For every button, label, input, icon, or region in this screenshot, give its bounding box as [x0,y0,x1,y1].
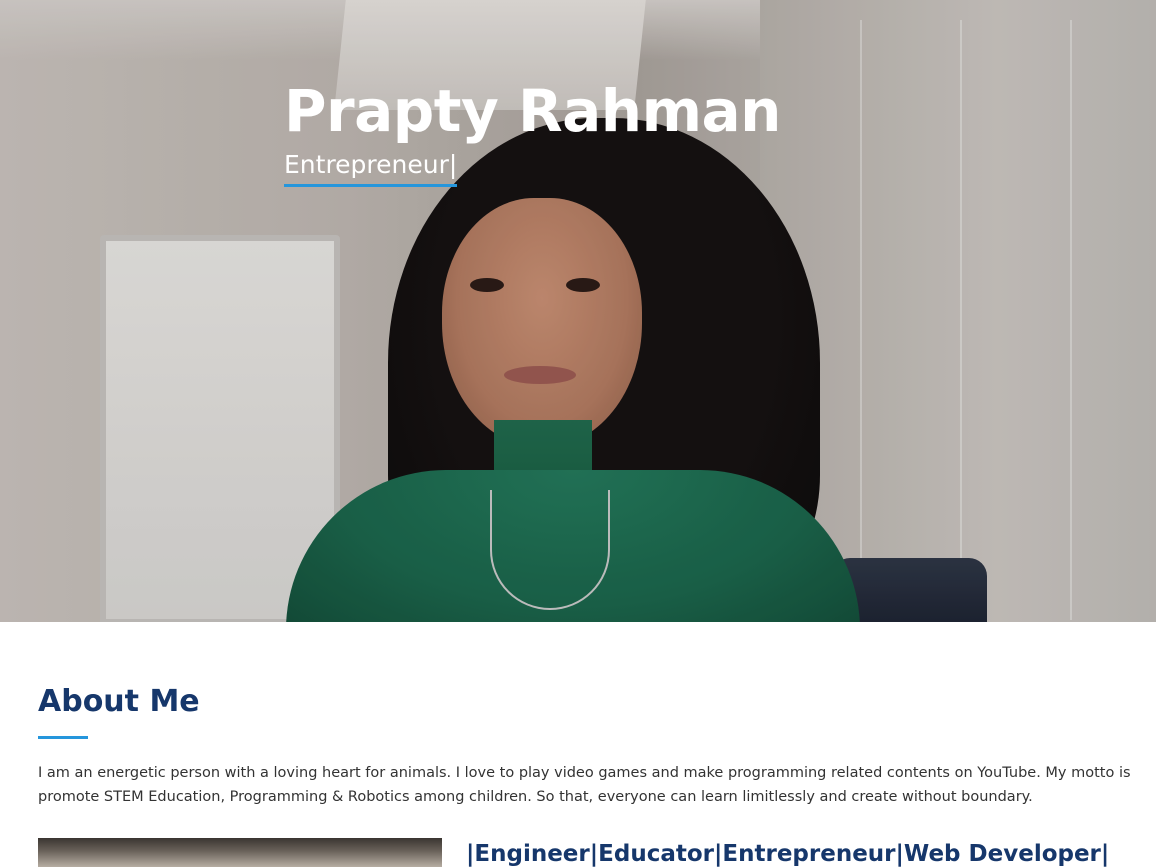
hero-typed-role: Entrepreneur| [284,150,458,187]
roles-heading: |Engineer|Educator|Entrepreneur|Web Deve… [466,841,1110,867]
hero-text-block: Prapty Rahman Entrepreneur| [284,78,781,187]
about-section: About Me I am an energetic person with a… [38,682,1156,809]
hero-section: Prapty Rahman Entrepreneur| [0,0,1156,622]
about-paragraph-line: I am an energetic person with a loving h… [38,765,1131,781]
hero-name: Prapty Rahman [284,77,781,145]
about-title-underline [38,736,88,739]
about-paragraph: I am an energetic person with a loving h… [38,761,1156,809]
about-paragraph-line: promote STEM Education, Programming & Ro… [38,789,1033,805]
about-title: About Me [38,684,200,719]
about-photo [38,838,442,867]
